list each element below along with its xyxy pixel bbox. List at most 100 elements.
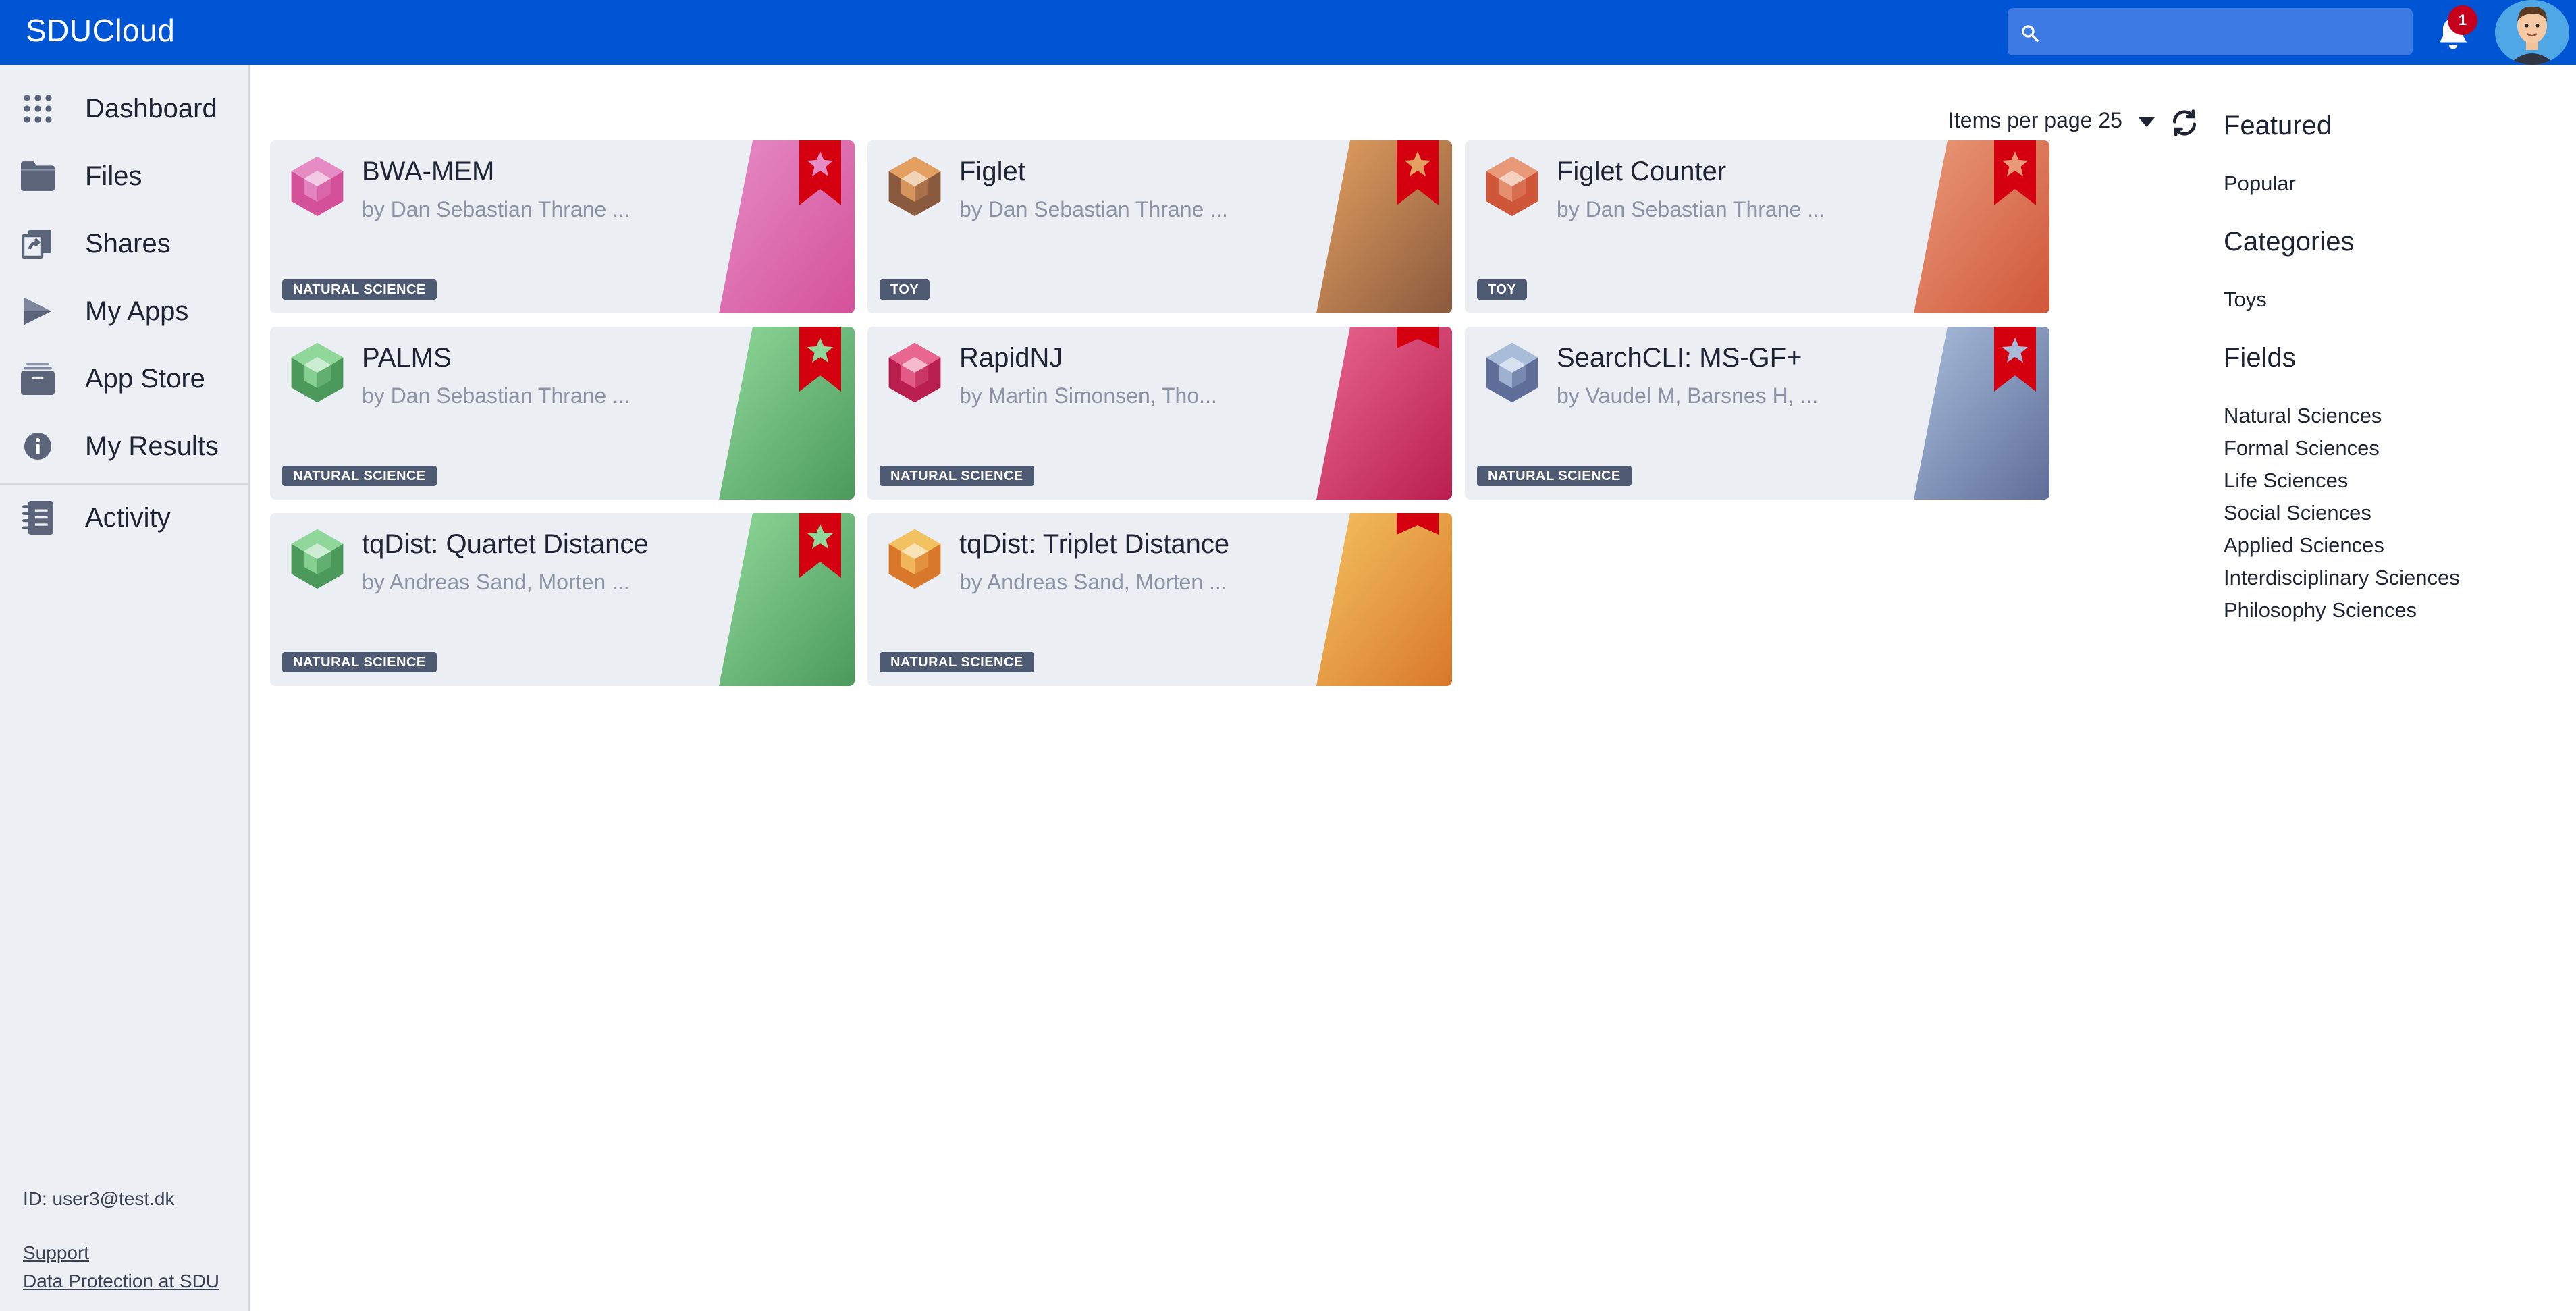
sidebar: Dashboard Files Shares My Apps App Store… [0,65,250,1311]
app-card[interactable]: BWA-MEM by Dan Sebastian Thrane ... NATURA… [270,140,855,313]
category-link-toys[interactable]: Toys [2224,288,2267,312]
sidebar-item-label: Shares [85,228,171,259]
app-title: tqDist: Triplet Distance [959,529,1230,559]
app-logo-icon [291,529,344,589]
refresh-button[interactable] [2170,108,2199,138]
app-authors: by Andreas Sand, Morten ... [362,570,630,594]
sidebar-item-my-apps[interactable]: My Apps [0,281,248,342]
app-card[interactable]: PALMS by Dan Sebastian Thrane ... NATURAL … [270,327,855,500]
app-card[interactable]: RapidNJ by Martin Simonsen, Tho... NATURAL… [867,327,1452,500]
share-icon [20,226,55,261]
info-icon [20,429,55,464]
grid-icon [20,91,55,126]
top-bar: SDUCloud 1 [0,0,2576,65]
notebook-icon [20,500,55,535]
app-tag[interactable]: NATURAL SCIENCE [282,466,437,486]
app-title: Figlet [959,157,1025,186]
field-link-interdisciplinary-sciences[interactable]: Interdisciplinary Sciences [2224,566,2460,590]
store-icon [20,361,55,396]
app-card[interactable]: Figlet Counter by Dan Sebastian Thrane ..… [1465,140,2049,313]
items-per-page-dropdown[interactable] [2139,117,2155,127]
sidebar-item-dashboard[interactable]: Dashboard [0,78,248,139]
sidebar-item-label: App Store [85,363,205,394]
popular-link[interactable]: Popular [2224,171,2296,196]
app-authors: by Vaudel M, Barsnes H, ... [1557,383,1819,408]
data-protection-link[interactable]: Data Protection at SDU [23,1270,219,1292]
categories-heading: Categories [2224,227,2355,257]
sidebar-item-label: Activity [85,502,171,533]
favorite-star-icon[interactable] [1397,140,1439,205]
favorite-star-icon[interactable] [1994,327,2036,392]
sidebar-item-label: Dashboard [85,93,217,124]
app-tag[interactable]: NATURAL SCIENCE [1477,466,1632,486]
app-authors: by Andreas Sand, Morten ... [959,570,1227,594]
sidebar-item-label: Files [85,161,142,191]
app-authors: by Dan Sebastian Thrane ... [362,383,630,408]
user-id: ID: user3@test.dk [23,1188,175,1209]
app-tag[interactable]: NATURAL SCIENCE [880,466,1034,486]
app-tag[interactable]: TOY [880,279,930,300]
sidebar-divider [0,483,248,485]
app-authors: by Dan Sebastian Thrane ... [1557,197,1825,221]
sidebar-item-app-store[interactable]: App Store [0,348,248,409]
app-title: PALMS [362,343,452,373]
app-title: BWA-MEM [362,157,495,186]
app-card[interactable]: Figlet by Dan Sebastian Thrane ... TOY [867,140,1452,313]
app-tag[interactable]: NATURAL SCIENCE [880,652,1034,672]
search-input[interactable] [2048,8,2399,55]
field-link-philosophy-sciences[interactable]: Philosophy Sciences [2224,598,2417,622]
user-avatar[interactable] [2495,0,2569,65]
brand-logo[interactable]: SDUCloud [26,12,175,49]
app-logo-icon [888,156,941,217]
folder-icon [20,159,55,194]
search-icon [2022,25,2039,42]
refresh-icon [2172,109,2197,136]
app-tag[interactable]: TOY [1477,279,1528,300]
app-title: SearchCLI: MS-GF+ [1557,343,1802,373]
app-card-banner [1316,140,1452,313]
favorite-star-icon[interactable] [799,327,841,392]
app-title: RapidNJ [959,343,1063,373]
app-title: tqDist: Quartet Distance [362,529,649,559]
play-icon [20,294,55,329]
featured-link[interactable]: Featured [2224,111,2332,141]
app-logo-icon [291,156,344,217]
items-per-page-label: Items per page 25 [1948,108,2122,132]
fields-heading: Fields [2224,343,2296,373]
sidebar-item-files[interactable]: Files [0,146,248,207]
sidebar-item-shares[interactable]: Shares [0,213,248,274]
sidebar-item-activity[interactable]: Activity [0,487,248,548]
app-card-banner [1914,140,2049,313]
app-logo-icon [888,342,941,403]
app-authors: by Dan Sebastian Thrane ... [959,197,1228,221]
bookmark-icon[interactable] [1397,327,1439,348]
search-box[interactable] [2008,8,2413,55]
support-link[interactable]: Support [23,1242,89,1264]
sidebar-item-label: My Results [85,431,219,461]
field-link-applied-sciences[interactable]: Applied Sciences [2224,533,2384,558]
favorite-star-icon[interactable] [1994,140,2036,205]
app-authors: by Dan Sebastian Thrane ... [362,197,630,221]
field-link-natural-sciences[interactable]: Natural Sciences [2224,404,2382,428]
app-tag[interactable]: NATURAL SCIENCE [282,279,437,300]
app-card[interactable]: SearchCLI: MS-GF+ by Vaudel M, Barsnes H,… [1465,327,2049,500]
avatar-illustration [2495,0,2569,65]
sidebar-item-label: My Apps [85,296,189,326]
favorite-star-icon[interactable] [799,140,841,205]
app-card[interactable]: tqDist: Triplet Distance by Andreas Sand,… [867,513,1452,686]
app-title: Figlet Counter [1557,157,1727,186]
field-link-life-sciences[interactable]: Life Sciences [2224,469,2348,493]
field-link-social-sciences[interactable]: Social Sciences [2224,501,2371,525]
favorite-star-icon[interactable] [799,513,841,578]
sidebar-item-my-results[interactable]: My Results [0,416,248,477]
app-logo-icon [1486,156,1538,217]
app-tag[interactable]: NATURAL SCIENCE [282,652,437,672]
bookmark-icon[interactable] [1397,513,1439,535]
app-logo-icon [291,342,344,403]
app-logo-icon [888,529,941,589]
app-card[interactable]: tqDist: Quartet Distance by Andreas Sand,… [270,513,855,686]
notification-count-badge: 1 [2448,5,2477,35]
field-link-formal-sciences[interactable]: Formal Sciences [2224,436,2380,460]
app-authors: by Martin Simonsen, Tho... [959,383,1217,408]
app-logo-icon [1486,342,1538,403]
